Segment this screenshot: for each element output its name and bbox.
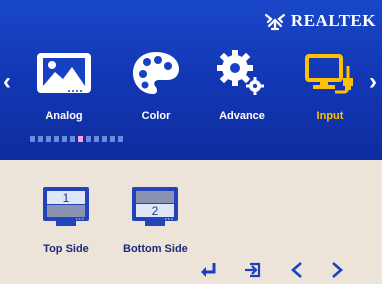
menu-left-arrow[interactable]: ‹ xyxy=(3,70,11,94)
bottom-side-label: Bottom Side xyxy=(123,243,188,255)
page-dot xyxy=(62,136,67,142)
monitor-plug-icon xyxy=(305,54,353,94)
landscape-picture-icon xyxy=(37,53,91,93)
page-dot xyxy=(54,136,59,142)
tab-advance[interactable]: Advance xyxy=(197,48,287,126)
osd-menu-header: REALTEK ‹ › Analog Color Advance Input xyxy=(0,0,382,160)
screen-number-label: 2 xyxy=(152,204,159,218)
page-dot-active xyxy=(78,136,83,142)
page-dot xyxy=(30,136,35,142)
tab-input-label: Input xyxy=(316,110,344,122)
page-dot xyxy=(46,136,51,142)
screen-number-label: 1 xyxy=(63,191,70,205)
page-dot xyxy=(70,136,75,142)
bottom-side-option[interactable]: 2 Bottom Side xyxy=(123,184,188,255)
realtek-crab-icon xyxy=(264,13,286,31)
page-dot xyxy=(38,136,43,142)
enter-button[interactable] xyxy=(200,262,218,283)
exit-icon xyxy=(245,262,261,278)
monitor-bottom-icon: 2 xyxy=(132,187,179,226)
brand-name: REALTEK xyxy=(290,11,376,30)
palette-icon xyxy=(133,52,179,94)
page-dot xyxy=(102,136,107,142)
top-side-label: Top Side xyxy=(43,243,89,255)
tab-input[interactable]: Input xyxy=(285,48,375,126)
brand-logo: REALTEK xyxy=(264,10,376,32)
exit-button[interactable] xyxy=(244,262,262,283)
enter-icon xyxy=(201,263,216,277)
monitor-top-icon: 1 xyxy=(43,187,89,226)
page-dot xyxy=(110,136,115,142)
page-dot xyxy=(118,136,123,142)
chevron-right-icon xyxy=(332,262,343,278)
page-dot xyxy=(94,136,99,142)
previous-button[interactable] xyxy=(290,262,304,283)
tab-advance-label: Advance xyxy=(219,110,265,122)
tab-analog[interactable]: Analog xyxy=(19,48,109,126)
tab-color-label: Color xyxy=(141,110,171,122)
page-dot xyxy=(86,136,91,142)
tab-color[interactable]: Color xyxy=(111,48,201,126)
page-indicator xyxy=(30,136,123,142)
gears-icon xyxy=(217,50,264,95)
top-side-option[interactable]: 1 Top Side xyxy=(40,184,92,255)
chevron-left-icon xyxy=(291,262,302,278)
next-button[interactable] xyxy=(330,262,344,283)
tab-analog-label: Analog xyxy=(45,110,83,122)
